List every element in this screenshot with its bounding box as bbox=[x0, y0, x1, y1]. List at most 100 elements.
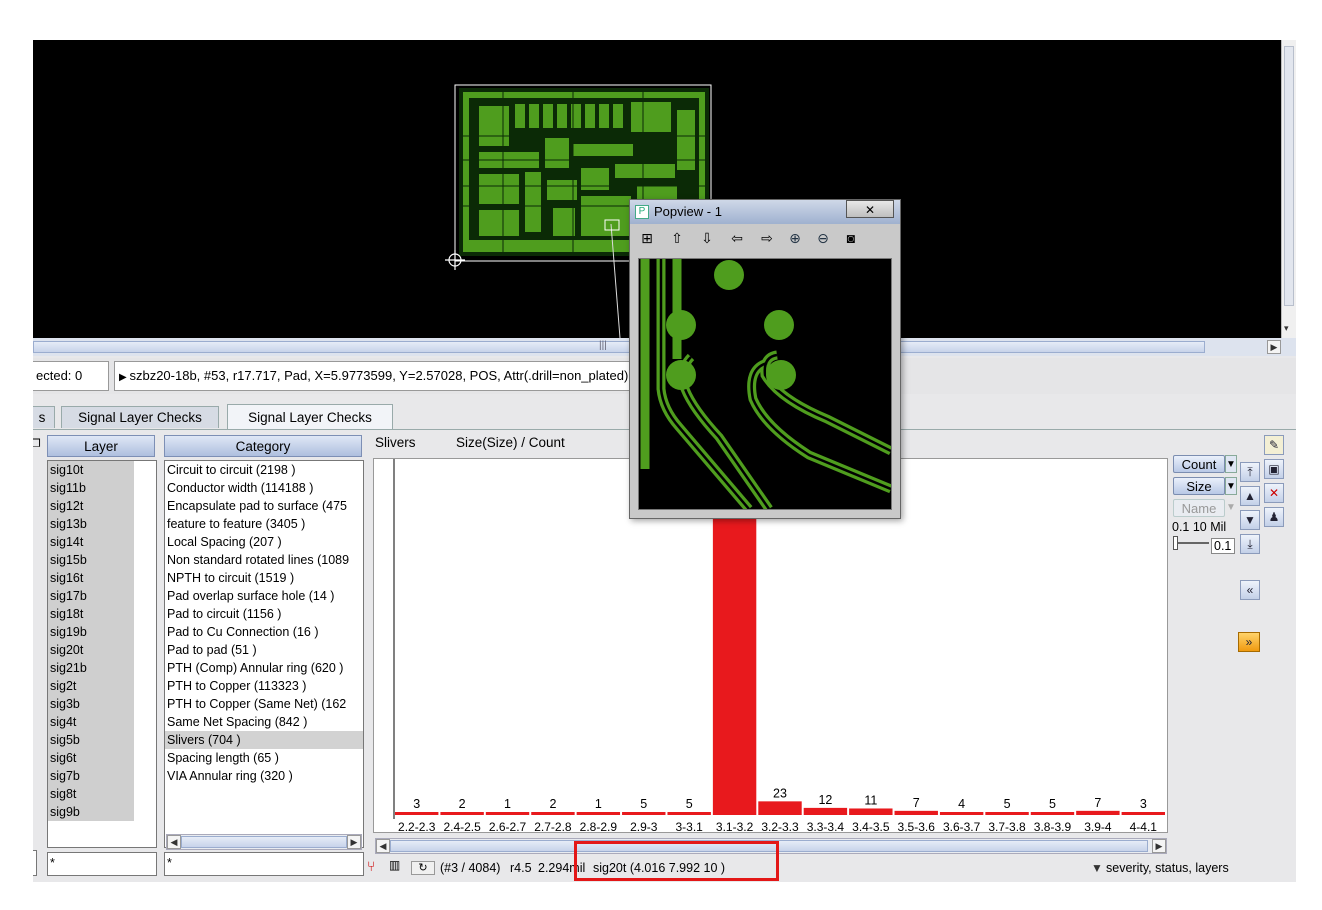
layer-list-item[interactable]: sig8t bbox=[48, 785, 134, 803]
layer-list[interactable]: sig10t sig11b sig12t sig13b sig14t sig15b sig1… bbox=[47, 460, 157, 848]
chart-scroll-right-icon[interactable]: ▶ bbox=[1152, 839, 1166, 853]
layer-list-item[interactable]: sig3b bbox=[48, 695, 134, 713]
histogram-bar[interactable] bbox=[985, 812, 1029, 815]
category-list-item[interactable]: Circuit to circuit (2198 ) bbox=[165, 461, 363, 479]
canvas-vertical-scrollbar[interactable]: ▾ bbox=[1281, 40, 1296, 338]
category-list-item[interactable]: Pad to circuit (1156 ) bbox=[165, 605, 363, 623]
hscroll-thumb[interactable] bbox=[33, 341, 1205, 353]
layer-list-item[interactable]: sig11b bbox=[48, 479, 134, 497]
collapse-left-icon[interactable]: « bbox=[1240, 580, 1260, 600]
category-list-item[interactable]: Local Spacing (207 ) bbox=[165, 533, 363, 551]
category-hscrollbar[interactable]: ◀ ▶ bbox=[166, 834, 362, 850]
histogram-bar[interactable] bbox=[1076, 810, 1120, 815]
histogram-bar[interactable] bbox=[395, 812, 439, 815]
layer-list-item[interactable]: sig4t bbox=[48, 713, 134, 731]
tab-signal-layer-checks-2[interactable]: Signal Layer Checks bbox=[227, 404, 393, 430]
layer-list-item[interactable]: sig15b bbox=[48, 551, 134, 569]
layer-list-item[interactable]: sig20t bbox=[48, 641, 134, 659]
move-down-icon[interactable]: ⇩ bbox=[696, 230, 718, 252]
slider-value-input[interactable]: 0.1 bbox=[1211, 538, 1235, 554]
move-down-icon[interactable]: ▼ bbox=[1240, 510, 1260, 530]
category-list-item[interactable]: PTH to Copper (Same Net) (162 bbox=[165, 695, 363, 713]
category-list-item[interactable]: Encapsulate pad to surface (475 bbox=[165, 497, 363, 515]
layer-list-item[interactable]: sig9b bbox=[48, 803, 134, 821]
left-filter-field[interactable] bbox=[33, 850, 37, 876]
tab-truncated[interactable]: s bbox=[33, 406, 55, 428]
layer-list-item[interactable]: sig21b bbox=[48, 659, 134, 677]
histogram-bar[interactable] bbox=[440, 812, 484, 815]
layer-list-item[interactable]: sig7b bbox=[48, 767, 134, 785]
histogram-bar[interactable] bbox=[758, 801, 802, 815]
layer-list-item[interactable]: sig5b bbox=[48, 731, 134, 749]
category-list-item[interactable]: feature to feature (3405 ) bbox=[165, 515, 363, 533]
name-button[interactable]: Name bbox=[1173, 499, 1225, 517]
histogram-bar[interactable] bbox=[939, 812, 984, 815]
histogram-bar[interactable] bbox=[849, 808, 893, 815]
name-dropdown-icon[interactable]: ▼ bbox=[1225, 499, 1237, 517]
popview-window[interactable]: P Popview - 1 ✕ ⊞ ⇧ ⇩ ⇦ ⇨ ⊕ ⊖ ◙ bbox=[629, 199, 901, 519]
layer-list-item[interactable]: sig19b bbox=[48, 623, 134, 641]
zoom-out-icon[interactable]: ⊖ bbox=[812, 230, 834, 252]
category-list-item[interactable]: Pad overlap surface hole (14 ) bbox=[165, 587, 363, 605]
category-list-item[interactable]: NPTH to circuit (1519 ) bbox=[165, 569, 363, 587]
refresh-icon[interactable]: ↻ bbox=[411, 861, 435, 875]
category-list-item[interactable]: Slivers (704 ) bbox=[165, 731, 363, 749]
camera-icon[interactable]: ◙ bbox=[840, 230, 862, 252]
filter-funnel-icon[interactable]: ▼ bbox=[1091, 861, 1103, 875]
layer-list-item[interactable]: sig2t bbox=[48, 677, 134, 695]
count-dropdown-icon[interactable]: ▼ bbox=[1225, 455, 1237, 473]
category-list-item[interactable]: Pad to Cu Connection (16 ) bbox=[165, 623, 363, 641]
category-list-item[interactable]: Pad to pad (51 ) bbox=[165, 641, 363, 659]
move-bottom-icon[interactable]: ⤓ bbox=[1240, 534, 1260, 554]
layer-list-item[interactable]: sig13b bbox=[48, 515, 134, 533]
popview-close-button[interactable]: ✕ bbox=[846, 200, 894, 218]
size-slider[interactable] bbox=[1173, 536, 1209, 550]
layer-panel-header[interactable]: Layer bbox=[47, 435, 155, 457]
fit-icon[interactable]: ⊞ bbox=[636, 230, 658, 252]
histogram-bar[interactable] bbox=[622, 812, 666, 815]
chart-scroll-left-icon[interactable]: ◀ bbox=[376, 839, 390, 853]
category-list-item[interactable]: Spacing length (65 ) bbox=[165, 749, 363, 767]
layer-list-item[interactable]: sig16t bbox=[48, 569, 134, 587]
move-right-icon[interactable]: ⇨ bbox=[756, 230, 778, 252]
category-list[interactable]: Circuit to circuit (2198 ) Conductor widt… bbox=[164, 460, 364, 848]
move-left-icon[interactable]: ⇦ bbox=[726, 230, 748, 252]
close-icon[interactable]: ✕ bbox=[1264, 483, 1284, 503]
category-list-item[interactable]: Non standard rotated lines (1089 bbox=[165, 551, 363, 569]
zoom-in-icon[interactable]: ⊕ bbox=[784, 230, 806, 252]
layer-list-item[interactable]: sig12t bbox=[48, 497, 134, 515]
count-button[interactable]: Count bbox=[1173, 455, 1225, 473]
popview-canvas[interactable] bbox=[638, 258, 892, 510]
category-hscroll-thumb[interactable] bbox=[181, 836, 347, 848]
person-icon[interactable]: ♟ bbox=[1264, 507, 1284, 527]
slider-thumb[interactable] bbox=[1173, 536, 1178, 550]
category-panel-header[interactable]: Category bbox=[164, 435, 362, 457]
category-list-item[interactable]: PTH (Comp) Annular ring (620 ) bbox=[165, 659, 363, 677]
layer-list-item[interactable]: sig6t bbox=[48, 749, 134, 767]
histogram-bar[interactable] bbox=[1030, 812, 1075, 815]
move-up-icon[interactable]: ▲ bbox=[1240, 486, 1260, 506]
pencil-icon[interactable]: ✎ bbox=[1264, 435, 1284, 455]
histogram-bar[interactable] bbox=[485, 812, 530, 815]
category-list-item[interactable]: Same Net Spacing (842 ) bbox=[165, 713, 363, 731]
vscroll-down-arrow-icon[interactable]: ▾ bbox=[1284, 323, 1289, 334]
size-button[interactable]: Size bbox=[1173, 477, 1225, 495]
move-top-icon[interactable]: ⤒ bbox=[1240, 462, 1260, 482]
histogram-bar[interactable] bbox=[803, 807, 848, 815]
category-list-item[interactable]: PTH to Copper (113323 ) bbox=[165, 677, 363, 695]
size-dropdown-icon[interactable]: ▼ bbox=[1225, 477, 1237, 495]
layer-filter-input[interactable]: * bbox=[47, 852, 157, 876]
save-icon[interactable]: ▣ bbox=[1264, 459, 1284, 479]
histogram-bar[interactable] bbox=[576, 812, 621, 815]
tab-signal-layer-checks-1[interactable]: Signal Layer Checks bbox=[61, 406, 219, 428]
left-panel-icon[interactable]: ❐ bbox=[33, 437, 41, 453]
vscroll-thumb[interactable] bbox=[1284, 46, 1294, 306]
histogram-bar[interactable] bbox=[667, 812, 711, 815]
layer-list-item[interactable]: sig10t bbox=[48, 461, 134, 479]
hscroll-right-arrow-icon[interactable]: ▶ bbox=[1267, 340, 1281, 354]
expand-right-icon[interactable]: » bbox=[1238, 632, 1260, 652]
histogram-bar[interactable] bbox=[531, 812, 575, 815]
histogram-bar[interactable] bbox=[894, 810, 938, 815]
category-list-item[interactable]: VIA Annular ring (320 ) bbox=[165, 767, 363, 785]
layer-list-item[interactable]: sig14t bbox=[48, 533, 134, 551]
